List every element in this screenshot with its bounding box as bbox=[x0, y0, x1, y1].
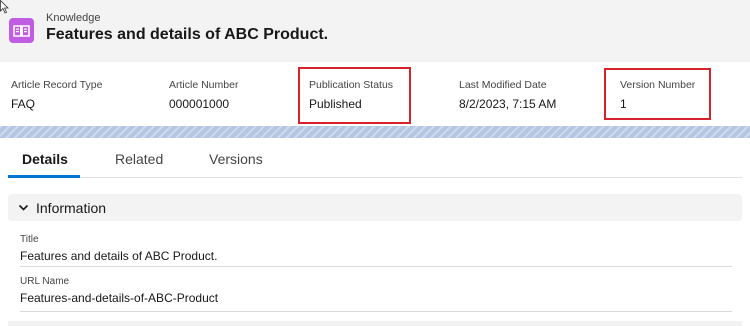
knowledge-book-icon bbox=[9, 18, 34, 43]
field-article-number: Article Number 000001000 bbox=[169, 79, 238, 111]
tab-related[interactable]: Related bbox=[115, 151, 163, 167]
field-label: Article Record Type bbox=[11, 79, 103, 91]
object-label: Knowledge bbox=[46, 12, 101, 24]
record-header: Knowledge Features and details of ABC Pr… bbox=[0, 0, 750, 62]
field-label: URL Name bbox=[20, 276, 70, 287]
field-value: Features and details of ABC Product. bbox=[20, 249, 218, 263]
highlight-box-publication-status bbox=[298, 67, 411, 124]
section-information-toggle[interactable]: Information bbox=[8, 194, 742, 221]
page-title: Features and details of ABC Product. bbox=[46, 26, 329, 43]
section-title: Information bbox=[36, 200, 107, 216]
highlights-panel: Article Record Type FAQ Article Number 0… bbox=[0, 62, 750, 126]
field-last-modified-date: Last Modified Date 8/2/2023, 7:15 AM bbox=[459, 79, 556, 111]
field-label: Title bbox=[20, 234, 39, 245]
mouse-cursor-icon bbox=[0, 0, 9, 14]
detail-field-url-name: URL Name Features-and-details-of-ABC-Pro… bbox=[20, 273, 732, 312]
field-value: Features-and-details-of-ABC-Product bbox=[20, 291, 219, 305]
detail-field-title: Title Features and details of ABC Produc… bbox=[20, 231, 732, 267]
chevron-down-icon bbox=[18, 204, 29, 211]
decorative-band bbox=[0, 126, 750, 138]
highlight-box-version-number bbox=[604, 68, 711, 120]
field-label: Article Number bbox=[169, 79, 239, 91]
field-label: Last Modified Date bbox=[459, 79, 547, 91]
field-value: 8/2/2023, 7:15 AM bbox=[459, 97, 557, 111]
next-section-edge bbox=[8, 321, 742, 326]
field-article-record-type: Article Record Type FAQ bbox=[11, 79, 102, 111]
active-tab-indicator bbox=[8, 175, 80, 178]
tab-versions[interactable]: Versions bbox=[209, 151, 263, 167]
field-value: 000001000 bbox=[169, 97, 230, 111]
tab-bar: Details Related Versions bbox=[8, 138, 742, 178]
field-value: FAQ bbox=[11, 97, 36, 111]
tab-details[interactable]: Details bbox=[22, 151, 68, 167]
